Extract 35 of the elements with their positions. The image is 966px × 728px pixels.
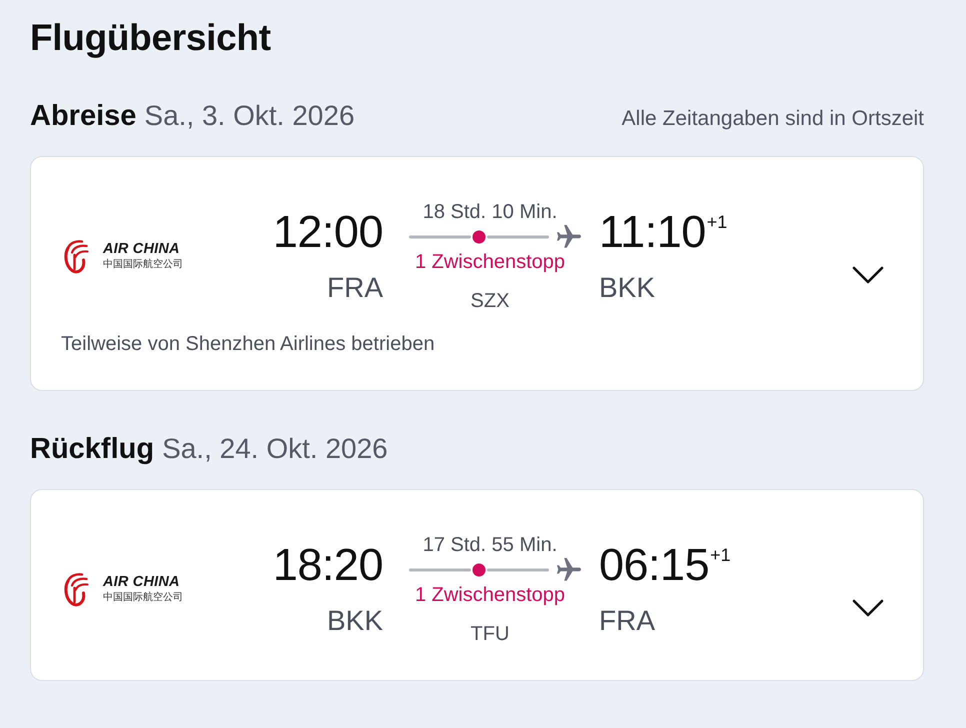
stop-dot-icon — [472, 230, 486, 244]
departure-airport: BKK — [326, 605, 383, 637]
airline-logo-text: AIR CHINA — [103, 242, 181, 257]
chevron-down-icon[interactable] — [851, 598, 885, 618]
day-offset: +1 — [706, 212, 728, 232]
arrival-airport: FRA — [599, 605, 655, 637]
swirl-logo-icon — [63, 238, 89, 274]
timezone-note: Alle Zeitangaben sind in Ortszeit — [622, 107, 924, 131]
stops-label: 1 Zwischenstopp — [414, 250, 566, 274]
chevron-down-icon[interactable] — [851, 265, 885, 285]
stopover-airport: SZX — [470, 289, 510, 313]
leg-date: Sa., 24. Okt. 2026 — [162, 433, 388, 465]
stop-dot-icon — [472, 564, 486, 576]
departure-airport: FRA — [327, 272, 383, 304]
arrival-airport: BKK — [599, 272, 656, 304]
airline-logo-subtext: 中国国际航空公司 — [103, 592, 183, 604]
plane-icon — [557, 225, 581, 249]
airline-logo-text: AIR CHINA — [103, 575, 181, 590]
stops-label: 1 Zwischenstopp — [414, 583, 566, 607]
airline-logo-subtext: 中国国际航空公司 — [103, 259, 183, 271]
leg-date: Sa., 3. Okt. 2026 — [144, 100, 355, 132]
flight-duration: 18 Std. 10 Min. — [422, 200, 558, 224]
departure-time: 18:20 — [272, 541, 383, 589]
arrival-time: 11:10 — [599, 208, 706, 256]
plane-icon — [557, 558, 581, 582]
departure-time: 12:00 — [272, 208, 383, 256]
swirl-logo-icon — [63, 572, 89, 608]
page-title: Flugübersicht — [30, 16, 271, 60]
leg-heading: Rückflug — [30, 433, 154, 465]
arrival-time: 06:15 — [599, 541, 710, 589]
stopover-airport: TFU — [470, 622, 510, 646]
operator-note: Teilweise von Shenzhen Airlines betrieben — [61, 332, 435, 356]
flight-duration: 17 Std. 55 Min. — [422, 533, 558, 557]
day-offset: +1 — [710, 545, 731, 565]
leg-heading: Abreise — [30, 100, 136, 132]
